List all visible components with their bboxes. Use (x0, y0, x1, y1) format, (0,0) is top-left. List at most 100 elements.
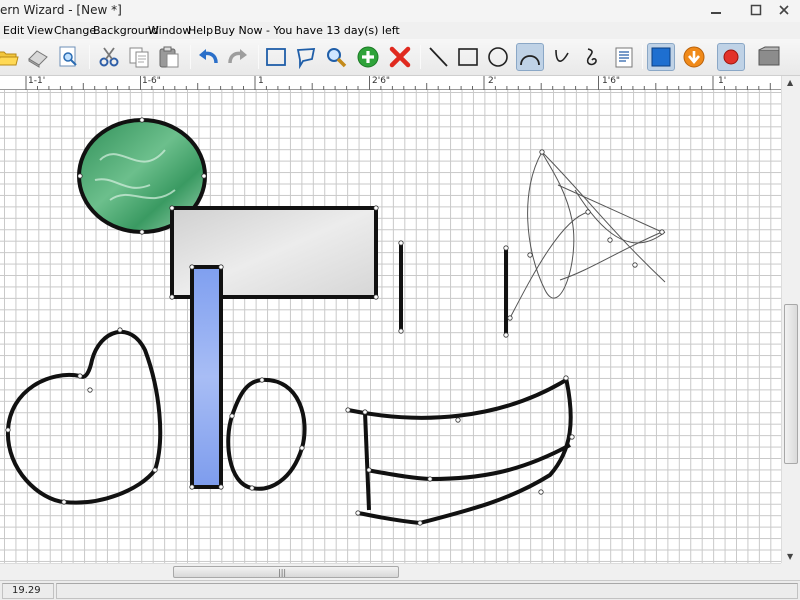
control-point-handle[interactable] (5, 427, 11, 433)
control-point-handle[interactable] (189, 484, 195, 490)
curve-tool-button[interactable] (548, 43, 576, 71)
control-point-handle[interactable] (201, 173, 207, 179)
control-point-handle[interactable] (218, 264, 224, 270)
scroll-down-arrow[interactable]: ▼ (787, 552, 793, 561)
drawing-canvas[interactable] (0, 90, 781, 563)
boat-shape[interactable] (363, 411, 371, 511)
control-point-handle[interactable] (77, 373, 83, 379)
menu-window[interactable]: Window (148, 24, 191, 37)
spiral-tool-button[interactable] (578, 43, 606, 71)
lasso-select-button[interactable] (292, 43, 320, 71)
heart-shape[interactable] (5, 329, 163, 505)
undo-button[interactable] (194, 43, 222, 71)
control-point-handle[interactable] (366, 467, 372, 473)
control-point-handle[interactable] (61, 499, 67, 505)
control-point-handle[interactable] (299, 445, 305, 451)
open-button[interactable] (0, 43, 22, 71)
close-window-button[interactable] (768, 0, 800, 20)
rectangle-tool-button[interactable] (454, 43, 482, 71)
control-point-handle[interactable] (527, 252, 533, 258)
control-point-handle[interactable] (585, 209, 591, 215)
blue-bar-shape[interactable] (190, 265, 223, 489)
toolbar (0, 39, 800, 76)
delete-point-button[interactable] (386, 43, 414, 71)
menu-help[interactable]: Help (188, 24, 213, 37)
control-point-handle[interactable] (632, 262, 638, 268)
control-point-handle[interactable] (607, 237, 613, 243)
menu-bar: Edit View Change Background Window Help … (0, 22, 800, 39)
menu-change[interactable]: Change (54, 24, 96, 37)
control-point-handle[interactable] (169, 205, 175, 211)
control-point-handle[interactable] (345, 407, 351, 413)
menu-edit[interactable]: Edit (3, 24, 24, 37)
control-point-handle[interactable] (229, 413, 235, 419)
control-point-handle[interactable] (152, 467, 158, 473)
paste-button[interactable] (155, 43, 183, 71)
ruler-label: 1-6" (142, 76, 161, 86)
paste-icon (159, 46, 179, 68)
control-point-handle[interactable] (563, 375, 569, 381)
control-point-handle[interactable] (507, 315, 513, 321)
control-point-handle[interactable] (538, 489, 544, 495)
control-point-handle[interactable] (373, 205, 379, 211)
line-tool-button[interactable] (424, 43, 452, 71)
boat-shape[interactable] (365, 443, 571, 482)
redo-button[interactable] (224, 43, 252, 71)
vertical-scroll-thumb[interactable] (784, 304, 798, 464)
ellipse-tool-button[interactable] (484, 43, 512, 71)
control-point-handle[interactable] (427, 476, 433, 482)
boat-shape[interactable] (357, 377, 573, 526)
control-point-handle[interactable] (362, 409, 368, 415)
undo-icon (199, 49, 218, 64)
control-point-handle[interactable] (539, 149, 545, 155)
control-point-handle[interactable] (659, 229, 665, 235)
record-button[interactable] (717, 43, 745, 71)
menu-view[interactable]: View (27, 24, 53, 37)
control-point-handle[interactable] (139, 229, 145, 235)
minimize-button[interactable] (694, 0, 738, 20)
oval-shape[interactable] (226, 377, 307, 491)
add-point-button[interactable] (354, 43, 382, 71)
horizontal-scrollbar[interactable]: ||| (0, 563, 781, 580)
control-point-handle[interactable] (218, 484, 224, 490)
vertical-scrollbar[interactable]: ▲ ▼ (781, 76, 800, 563)
control-point-handle[interactable] (87, 387, 93, 393)
control-point-handle[interactable] (569, 434, 575, 440)
properties-button[interactable] (610, 43, 638, 71)
control-point-handle[interactable] (77, 173, 83, 179)
control-point-handle[interactable] (259, 377, 265, 383)
zoom-button[interactable] (322, 43, 350, 71)
thin-curve-figure[interactable] (509, 150, 666, 319)
control-point-handle[interactable] (139, 117, 145, 123)
control-point-handle[interactable] (503, 332, 509, 338)
control-point-handle[interactable] (355, 510, 361, 516)
move-down-button[interactable] (680, 43, 708, 71)
horizontal-scroll-thumb[interactable]: ||| (173, 566, 399, 578)
fill-color-button[interactable] (647, 43, 675, 71)
control-point-handle[interactable] (455, 417, 461, 423)
control-point-handle[interactable] (249, 485, 255, 491)
control-point-handle[interactable] (417, 520, 423, 526)
rectangle-select-button[interactable] (262, 43, 290, 71)
control-point-handle[interactable] (503, 245, 509, 251)
spiral-tool-icon (586, 48, 597, 66)
arc-tool-button[interactable] (516, 43, 544, 71)
ruler-label: 2' (488, 76, 497, 86)
control-point-handle[interactable] (189, 264, 195, 270)
control-point-handle[interactable] (398, 240, 404, 246)
control-point-handle[interactable] (117, 327, 123, 333)
control-point-handle[interactable] (398, 328, 404, 334)
scroll-up-arrow[interactable]: ▲ (787, 78, 793, 87)
erase-button[interactable] (24, 43, 52, 71)
copy-button[interactable] (125, 43, 153, 71)
menu-buy-now[interactable]: Buy Now - You have 13 day(s) left (214, 24, 400, 37)
toolbar-separator (420, 45, 421, 69)
cut-button[interactable] (95, 43, 123, 71)
control-point-handle[interactable] (373, 294, 379, 300)
print-preview-button[interactable] (54, 43, 82, 71)
status-bar: 19.29 (0, 580, 800, 600)
boat-shape[interactable] (347, 378, 568, 420)
control-point-handle[interactable] (169, 294, 175, 300)
ruler-ticks (25, 76, 771, 90)
texture-button[interactable] (755, 43, 783, 71)
